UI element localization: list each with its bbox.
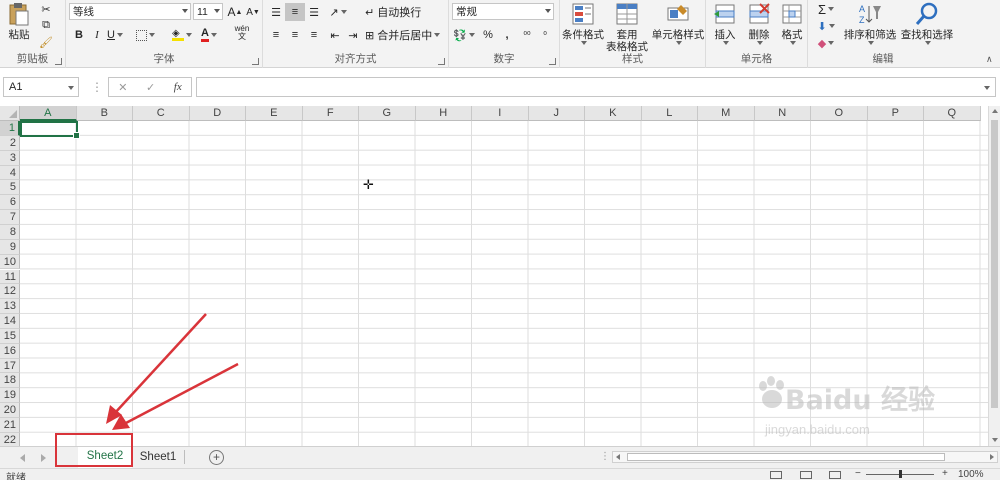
- add-sheet-icon[interactable]: +: [209, 450, 224, 465]
- next-sheet-icon[interactable]: [41, 454, 46, 462]
- horizontal-scrollbar[interactable]: [612, 451, 998, 463]
- normal-view-icon[interactable]: [770, 471, 782, 479]
- sheet-tab-sheet1[interactable]: Sheet1: [134, 447, 182, 467]
- page-break-view-icon[interactable]: [829, 471, 841, 479]
- status-ready-text: 就绪: [6, 473, 26, 480]
- annotation-highlight-box: [55, 433, 133, 467]
- annotation-arrows: [106, 313, 239, 430]
- page-layout-view-icon[interactable]: [800, 471, 812, 479]
- tab-separator: [184, 450, 185, 464]
- zoom-level[interactable]: 100%: [958, 469, 984, 480]
- status-bar: 就绪 − + 100%: [0, 468, 1000, 480]
- zoom-slider-knob[interactable]: [899, 470, 902, 478]
- horizontal-scroll-thumb[interactable]: [627, 453, 945, 461]
- zoom-in-icon[interactable]: +: [942, 468, 948, 479]
- prev-sheet-icon[interactable]: [20, 454, 25, 462]
- scroll-right-icon[interactable]: [990, 454, 994, 460]
- scroll-left-icon[interactable]: [616, 454, 620, 460]
- zoom-out-icon[interactable]: −: [855, 468, 861, 479]
- tab-split-grip-icon[interactable]: ⋮: [600, 451, 610, 462]
